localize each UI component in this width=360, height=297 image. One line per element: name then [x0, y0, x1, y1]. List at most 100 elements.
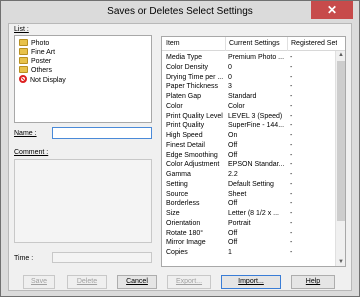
cell-current: Standard	[228, 93, 257, 100]
scroll-thumb[interactable]	[337, 61, 345, 221]
table-row[interactable]: Paper Thickness 3 -	[162, 82, 336, 91]
cell-current: 3	[228, 83, 232, 91]
cell-item: Media Type	[166, 54, 203, 61]
table-row[interactable]: Platen Gap Standard -	[162, 92, 336, 101]
table-row[interactable]: Setting Default Setting -	[162, 180, 336, 189]
list-item[interactable]: Not Display	[19, 75, 66, 84]
list-item[interactable]: Fine Art	[19, 48, 55, 57]
table-row[interactable]: Size Letter (8 1/2 x ... -	[162, 209, 336, 218]
table-row[interactable]: Color Adjustment EPSON Standar... -	[162, 160, 336, 169]
cell-current: Sheet	[228, 190, 247, 198]
table-row[interactable]: Gamma 2.2 -	[162, 170, 336, 179]
cell-item: Print Quality	[166, 122, 205, 130]
cell-current: On	[228, 132, 238, 139]
cell-registered: -	[290, 210, 293, 217]
save-button[interactable]: Save	[23, 275, 55, 289]
cell-registered: -	[290, 151, 293, 159]
cell-registered: -	[290, 112, 293, 120]
export-button[interactable]: Export...	[167, 275, 211, 289]
cell-item: Color	[166, 102, 183, 110]
cell-item: Platen Gap	[166, 93, 202, 100]
cell-item: Drying Time per ...	[166, 73, 224, 81]
import-button[interactable]: Import...	[221, 275, 281, 289]
settings-table[interactable]: Item Current Settings Registered Sett...…	[161, 36, 346, 267]
cell-item: High Speed	[166, 132, 203, 139]
list-label: List :	[14, 26, 29, 33]
cell-current: 2.2	[228, 171, 238, 178]
folder-icon	[19, 39, 28, 46]
cell-current: Off	[228, 141, 238, 149]
table-row[interactable]: Edge Smoothing Off -	[162, 151, 336, 160]
time-field	[52, 252, 152, 263]
cell-registered: -	[290, 102, 293, 110]
table-row[interactable]: Color Color -	[162, 102, 336, 111]
cell-current: Off	[228, 200, 238, 208]
cell-item: Edge Smoothing	[166, 151, 218, 159]
cell-registered: -	[290, 229, 293, 237]
list-item[interactable]: Photo	[19, 39, 49, 48]
cell-registered: -	[290, 190, 293, 198]
list-item[interactable]: Poster	[19, 57, 51, 66]
cell-item: Source	[166, 190, 189, 198]
cell-registered: -	[290, 249, 293, 256]
table-row[interactable]: Rotate 180° Off -	[162, 229, 336, 238]
scroll-down-icon[interactable]: ▼	[336, 258, 345, 266]
cell-item: Setting	[166, 180, 188, 188]
table-row[interactable]: Print Quality SuperFine - 144... -	[162, 121, 336, 130]
table-row[interactable]: Media Type Premium Photo ... -	[162, 53, 336, 62]
comment-label: Comment :	[14, 149, 49, 156]
cell-current: Portrait	[228, 219, 251, 227]
cell-current: Off	[228, 229, 238, 237]
cell-current: EPSON Standar...	[228, 161, 285, 169]
table-row[interactable]: Source Sheet -	[162, 190, 336, 199]
no-entry-icon	[19, 75, 27, 83]
settings-list[interactable]: Photo Fine Art Poster Others Not Display	[14, 35, 152, 123]
table-row[interactable]: Drying Time per ... 0 -	[162, 73, 336, 82]
cancel-button[interactable]: Cancel	[117, 275, 157, 289]
cell-current: 0	[228, 73, 232, 81]
cell-registered: -	[290, 171, 293, 178]
cell-item: Mirror Image	[166, 239, 206, 247]
delete-button[interactable]: Delete	[67, 275, 107, 289]
scroll-up-icon[interactable]: ▲	[336, 51, 345, 60]
cell-registered: -	[290, 200, 293, 208]
window-title: Saves or Deletes Select Settings	[107, 6, 253, 17]
cell-item: Gamma	[166, 171, 191, 178]
column-header-registered[interactable]: Registered Sett...	[287, 37, 337, 51]
cell-current: Premium Photo ...	[228, 54, 285, 61]
table-row[interactable]: Print Quality Level LEVEL 3 (Speed) -	[162, 112, 336, 121]
cell-registered: -	[290, 132, 293, 139]
list-item[interactable]: Others	[19, 66, 52, 75]
cell-item: Print Quality Level	[166, 112, 223, 120]
cell-registered: -	[290, 239, 293, 247]
help-button[interactable]: Help	[291, 275, 335, 289]
close-button[interactable]: ✕	[311, 1, 353, 19]
table-row[interactable]: Mirror Image Off -	[162, 238, 336, 247]
table-row[interactable]: Orientation Portrait -	[162, 219, 336, 228]
cell-registered: -	[290, 161, 293, 169]
time-label: Time :	[14, 255, 34, 262]
cell-registered: -	[290, 54, 293, 61]
cell-item: Paper Thickness	[166, 83, 219, 91]
cell-registered: -	[290, 141, 293, 149]
table-row[interactable]: High Speed On -	[162, 131, 336, 140]
name-input[interactable]	[52, 127, 152, 139]
title-bar: Saves or Deletes Select Settings ✕	[1, 1, 359, 23]
cell-current: Default Setting	[228, 180, 274, 188]
cell-registered: -	[290, 219, 293, 227]
table-row[interactable]: Color Density 0 -	[162, 63, 336, 72]
column-header-current[interactable]: Current Settings	[225, 37, 288, 51]
column-header-item[interactable]: Item	[166, 37, 224, 51]
folder-icon	[19, 57, 28, 64]
table-row[interactable]: Copies 1 -	[162, 248, 336, 257]
cell-item: Color Adjustment	[166, 161, 220, 169]
cell-registered: -	[290, 93, 293, 100]
comment-textarea[interactable]	[14, 159, 152, 243]
table-header: Item Current Settings Registered Sett...	[162, 37, 345, 51]
table-scrollbar[interactable]: ▲ ▼	[335, 51, 345, 266]
table-row[interactable]: Finest Detail Off -	[162, 141, 336, 150]
table-row[interactable]: Borderless Off -	[162, 199, 336, 208]
dialog-window: Saves or Deletes Select Settings ✕ List …	[0, 0, 360, 297]
cell-item: Borderless	[166, 200, 200, 208]
cell-current: Off	[228, 239, 238, 247]
